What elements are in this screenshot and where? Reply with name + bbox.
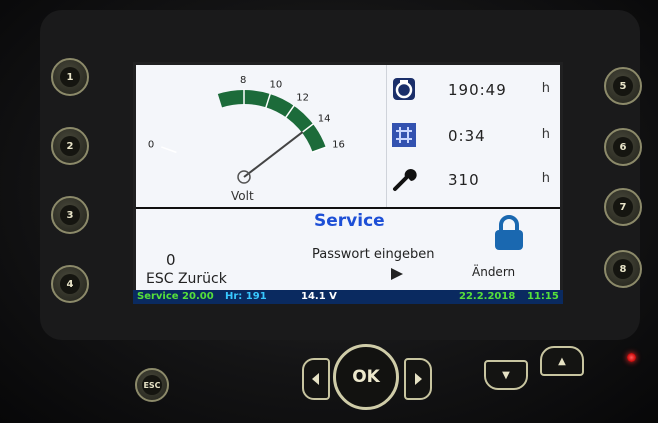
softkey-6[interactable]: 6 (604, 128, 642, 166)
softkey-1-label: 1 (60, 67, 80, 87)
softkey-2-label: 2 (60, 136, 80, 156)
softkey-3-label: 3 (60, 205, 80, 225)
service-title: Service (314, 211, 385, 231)
down-button[interactable]: ▼ (484, 360, 528, 390)
gauge-arc (217, 90, 326, 153)
service-hours-unit: h (541, 171, 550, 186)
lock-icon[interactable] (492, 215, 526, 251)
gauge-tick-label-14: 14 (318, 113, 331, 124)
service-hours-value: 310 (448, 171, 480, 189)
softkey-4-label: 4 (60, 274, 80, 294)
status-service-interval: Service 20.00 (137, 291, 214, 302)
ok-button-label: OK (352, 367, 380, 387)
right-arrow-button[interactable] (404, 358, 432, 400)
esc-back-label: ESC Zurück (146, 271, 227, 287)
gauge-needle (243, 131, 304, 178)
divider (386, 65, 387, 207)
sensor-hours-value: 0:34 (448, 127, 486, 145)
softkey-3[interactable]: 3 (51, 196, 89, 234)
status-led (627, 353, 636, 362)
engine-icon (393, 78, 415, 100)
status-voltage: 14.1 V (301, 291, 337, 302)
up-arrow-icon: ▲ (558, 355, 566, 367)
chevron-right-icon (415, 373, 422, 385)
status-time: 11:15 (527, 291, 559, 302)
play-icon (391, 268, 403, 280)
softkey-6-label: 6 (613, 137, 633, 157)
ok-button[interactable]: OK (333, 344, 399, 410)
gauge-tick-label-10: 10 (269, 80, 282, 91)
hours-row-service: 310 h (388, 161, 560, 201)
gauge-tick-label-16: 16 (332, 139, 345, 150)
softkey-5[interactable]: 5 (604, 67, 642, 105)
gauge-unit-label: Volt (231, 189, 254, 203)
chevron-left-icon (312, 373, 319, 385)
display-screen: 0 8 10 12 14 16 Volt 190:49 h 0:34 h 310… (133, 62, 563, 294)
hours-row-engine: 190:49 h (388, 71, 560, 111)
password-prompt: Passwort eingeben (312, 247, 435, 262)
left-arrow-button[interactable] (302, 358, 330, 400)
engine-hours-value: 190:49 (448, 81, 507, 99)
gauge-tick-label-8: 8 (240, 75, 246, 86)
status-bar: Service 20.00 Hr: 191 14.1 V 22.2.2018 1… (133, 290, 563, 304)
softkey-2[interactable]: 2 (51, 127, 89, 165)
down-arrow-icon: ▼ (502, 369, 510, 381)
gauge-tick (161, 146, 177, 154)
engine-hours-unit: h (541, 81, 550, 96)
change-password-label: Ändern (472, 265, 516, 279)
password-field[interactable]: 0 (166, 251, 176, 269)
up-button[interactable]: ▲ (540, 346, 584, 376)
softkey-1[interactable]: 1 (51, 58, 89, 96)
softkey-8[interactable]: 8 (604, 250, 642, 288)
softkey-8-label: 8 (613, 259, 633, 279)
softkey-7[interactable]: 7 (604, 188, 642, 226)
hours-row-sensor: 0:34 h (388, 117, 560, 157)
wrench-icon (393, 169, 417, 191)
voltage-gauge: 0 8 10 12 14 16 Volt (136, 65, 386, 207)
esc-button[interactable]: ESC (135, 368, 169, 402)
status-hours: Hr: 191 (225, 291, 267, 302)
gauge-tick-label-12: 12 (296, 93, 309, 104)
sensor-hours-unit: h (541, 127, 550, 142)
status-date: 22.2.2018 (459, 291, 516, 302)
gauge-dial: 0 8 10 12 14 16 (148, 75, 345, 184)
softkey-5-label: 5 (613, 76, 633, 96)
section-separator (136, 207, 560, 209)
esc-button-label: ESC (142, 375, 162, 395)
sensor-icon (392, 123, 416, 147)
softkey-7-label: 7 (613, 197, 633, 217)
softkey-4[interactable]: 4 (51, 265, 89, 303)
gauge-tick-label-0: 0 (148, 139, 154, 150)
